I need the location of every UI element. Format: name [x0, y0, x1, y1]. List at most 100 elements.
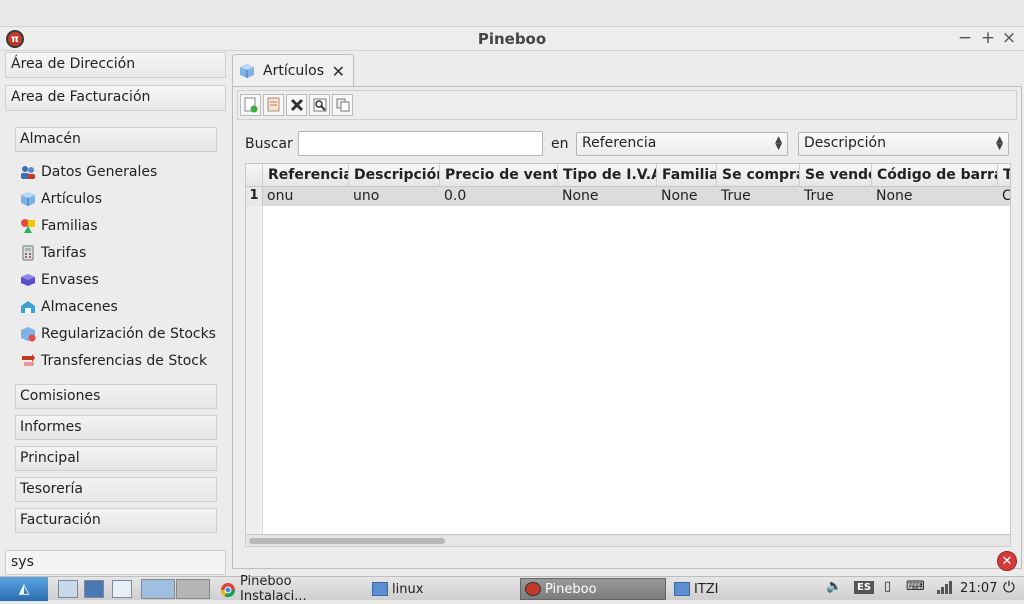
table-cell[interactable]: True: [717, 187, 800, 206]
keyboard-layout-indicator[interactable]: ES: [854, 581, 875, 594]
search-label: Buscar: [245, 136, 293, 152]
task-chrome-pineboo[interactable]: Pineboo Instalaci...: [216, 574, 362, 604]
sidebar-item-regularizacion-stocks[interactable]: Regularización de Stocks: [20, 322, 216, 346]
battery-icon[interactable]: ▯: [884, 579, 891, 594]
task-label: ITZI: [694, 581, 719, 597]
section-facturacion[interactable]: Facturación: [15, 508, 217, 533]
table-cell[interactable]: None: [657, 187, 717, 206]
table-cell[interactable]: None: [558, 187, 657, 206]
section-tesoreria[interactable]: Tesorería: [15, 477, 217, 502]
network-signal-icon[interactable]: [936, 579, 954, 599]
sidebar-item-almacenes[interactable]: Almacenes: [20, 295, 118, 319]
new-record-button[interactable]: [240, 94, 261, 116]
table-cell[interactable]: None: [872, 187, 998, 206]
column-header[interactable]: Referencia: [263, 164, 349, 187]
edit-record-icon: [267, 97, 279, 112]
sidebar-item-tarifas[interactable]: Tarifas: [20, 241, 86, 265]
column-header[interactable]: Precio de venta: [440, 164, 558, 187]
delete-record-button[interactable]: [286, 94, 307, 116]
sidebar-item-articulos[interactable]: Artículos: [20, 187, 102, 211]
column-header[interactable]: Se vende: [800, 164, 872, 187]
browse-record-icon: [313, 98, 326, 112]
table-cell[interactable]: True: [800, 187, 872, 206]
area-facturacion-button[interactable]: Area de Facturación: [5, 85, 226, 111]
minimize-button[interactable]: −: [956, 28, 974, 48]
chrome-icon: [220, 582, 236, 597]
warehouse-icon: [20, 299, 36, 315]
search-input[interactable]: [298, 131, 543, 156]
maximize-button[interactable]: +: [979, 28, 997, 48]
edit-record-button[interactable]: [263, 94, 284, 116]
articles-table: Referencia Descripción Precio de venta T…: [245, 163, 1011, 535]
order-field-select[interactable]: Descripción ▲ ▼: [798, 132, 1009, 156]
sidebar-item-label: Transferencias de Stock: [41, 353, 208, 369]
calculator-icon: [20, 245, 36, 261]
folder-icon: [674, 582, 690, 596]
row-number[interactable]: 1: [246, 187, 263, 206]
window-titlebar[interactable]: π Pineboo − + ×: [0, 27, 1024, 51]
sidebar-item-label: Tarifas: [41, 245, 87, 261]
people-icon: [20, 164, 36, 180]
box-icon: [20, 272, 36, 288]
workspace-2[interactable]: [176, 579, 210, 599]
workspace-1[interactable]: [141, 579, 175, 599]
column-header[interactable]: Se compra: [717, 164, 800, 187]
column-header[interactable]: T: [998, 164, 1010, 187]
tab-articulos[interactable]: Artículos ✕: [232, 54, 354, 87]
browse-record-button[interactable]: [309, 94, 330, 116]
close-tab-icon[interactable]: ✕: [332, 62, 345, 81]
horizontal-scrollbar[interactable]: [245, 535, 1011, 547]
column-header[interactable]: Tipo de I.V.A.: [558, 164, 657, 187]
close-window-button[interactable]: ×: [1000, 28, 1018, 48]
column-header[interactable]: Familia: [657, 164, 717, 187]
shapes-icon: [20, 218, 36, 234]
sidebar-item-familias[interactable]: Familias: [20, 214, 98, 238]
show-desktop-icon[interactable]: [112, 580, 132, 598]
task-label: Pineboo: [545, 581, 597, 597]
copy-record-icon: [336, 98, 349, 112]
section-principal[interactable]: Principal: [15, 446, 217, 471]
window-title: Pineboo: [477, 30, 547, 48]
sidebar-item-label: Familias: [41, 218, 98, 234]
close-icon: ✕: [1001, 553, 1013, 569]
scrollbar-thumb[interactable]: [249, 538, 445, 544]
exit-app-button[interactable]: ✕: [997, 551, 1017, 571]
clock[interactable]: 21:07: [960, 581, 997, 596]
search-in-label: en: [551, 136, 569, 152]
section-comisiones[interactable]: Comisiones: [15, 384, 217, 409]
table-cell[interactable]: C: [998, 187, 1010, 206]
search-field-select[interactable]: Referencia ▲ ▼: [576, 132, 788, 156]
volume-icon[interactable]: 🔈: [826, 579, 842, 594]
task-pineboo[interactable]: Pineboo: [520, 578, 666, 600]
user-label: sys: [5, 550, 226, 575]
corner-header[interactable]: [246, 164, 263, 187]
sidebar-item-label: Artículos: [41, 191, 103, 207]
file-manager-icon[interactable]: [58, 580, 78, 598]
keyboard-icon[interactable]: ⌨: [906, 579, 925, 594]
table-cell[interactable]: 0.0: [440, 187, 558, 206]
area-direccion-button[interactable]: Área de Dirección: [5, 52, 226, 78]
tab-panel: Buscar en Referencia ▲ ▼ Descripción ▲ ▼ R…: [232, 86, 1022, 569]
taskbar: ◭ Pineboo Instalaci... linux Pineboo ITZ…: [0, 574, 1024, 604]
sidebar-item-envases[interactable]: Envases: [20, 268, 99, 292]
power-icon[interactable]: ⏻: [1003, 578, 1015, 596]
column-header[interactable]: Código de barras: [872, 164, 998, 187]
task-linux-folder[interactable]: linux: [368, 578, 508, 600]
table-cell[interactable]: uno: [349, 187, 440, 206]
new-record-icon: [244, 97, 257, 113]
section-informes[interactable]: Informes: [15, 415, 217, 440]
copy-record-button[interactable]: [332, 94, 353, 116]
sidebar: Área de Dirección Area de Facturación Al…: [0, 51, 230, 576]
delete-record-icon: [290, 98, 303, 112]
sidebar-item-label: Regularización de Stocks: [41, 326, 216, 342]
cube-icon: [20, 191, 36, 207]
apps-grid-icon[interactable]: [84, 580, 104, 598]
task-itzi-folder[interactable]: ITZI: [670, 578, 810, 600]
section-almacen[interactable]: Almacén: [15, 127, 217, 152]
sidebar-item-datos-generales[interactable]: Datos Generales: [20, 160, 157, 184]
column-header[interactable]: Descripción: [349, 164, 440, 187]
table-cell[interactable]: onu: [263, 187, 349, 206]
sidebar-item-transferencias-stock[interactable]: Transferencias de Stock: [20, 349, 207, 373]
stock-icon: [20, 326, 36, 342]
start-menu-button[interactable]: ◭: [0, 577, 48, 601]
